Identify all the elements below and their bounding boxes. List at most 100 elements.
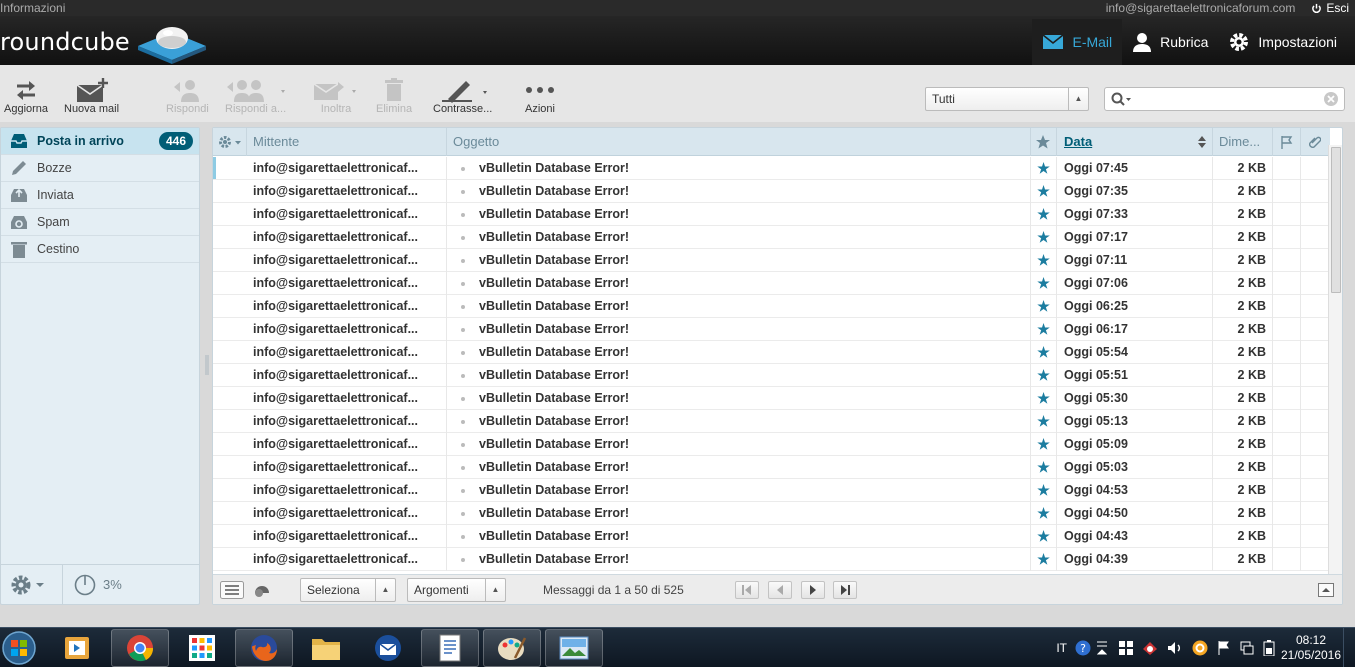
list-view-icon[interactable]: [220, 581, 244, 599]
table-row[interactable]: info@sigarettaelettronicaf... vBulletin D…: [213, 548, 1330, 571]
reply-all-button[interactable]: Rispondi a...: [225, 77, 286, 115]
flag-star-icon[interactable]: ★: [1031, 387, 1057, 410]
message-flag-cell[interactable]: [1273, 548, 1301, 571]
flag-star-icon[interactable]: ★: [1031, 456, 1057, 479]
more-actions-button[interactable]: Azioni: [524, 77, 556, 115]
forward-button[interactable]: Inoltra: [312, 77, 360, 115]
reply-button[interactable]: Rispondi: [166, 77, 209, 115]
flag-star-icon[interactable]: ★: [1031, 364, 1057, 387]
message-subject-cell[interactable]: vBulletin Database Error!: [447, 525, 1031, 548]
message-flag-cell[interactable]: [1273, 272, 1301, 295]
battery-icon[interactable]: [1263, 640, 1275, 656]
message-flag-cell[interactable]: [1273, 456, 1301, 479]
flag-star-icon[interactable]: ★: [1031, 502, 1057, 525]
first-page-button[interactable]: [735, 581, 759, 599]
help-icon[interactable]: ?: [1075, 640, 1091, 656]
taskbar-document[interactable]: [421, 629, 479, 667]
flag-star-icon[interactable]: ★: [1031, 525, 1057, 548]
message-subject-cell[interactable]: vBulletin Database Error!: [447, 180, 1031, 203]
folder-inbox[interactable]: Posta in arrivo 446: [1, 128, 199, 155]
search-input[interactable]: [1104, 87, 1345, 111]
clear-search-icon[interactable]: [1324, 92, 1338, 106]
clock[interactable]: 08:12 21/05/2016: [1279, 633, 1343, 663]
message-flag-cell[interactable]: [1273, 410, 1301, 433]
flag-star-icon[interactable]: ★: [1031, 433, 1057, 456]
message-flag-cell[interactable]: [1273, 364, 1301, 387]
column-subject[interactable]: Oggetto: [447, 128, 1031, 156]
refresh-button[interactable]: Aggiorna: [4, 77, 48, 115]
nav-settings[interactable]: Impostazioni: [1218, 19, 1347, 65]
about-link[interactable]: Informazioni: [0, 0, 65, 16]
table-row[interactable]: info@sigarettaelettronicaf... vBulletin D…: [213, 318, 1330, 341]
message-subject-cell[interactable]: vBulletin Database Error!: [447, 548, 1031, 571]
message-subject-cell[interactable]: vBulletin Database Error!: [447, 433, 1031, 456]
message-flag-cell[interactable]: [1273, 249, 1301, 272]
table-row[interactable]: info@sigarettaelettronicaf... vBulletin D…: [213, 180, 1330, 203]
antivirus-icon[interactable]: [1142, 640, 1158, 656]
roundcube-logo[interactable]: roundcube: [0, 20, 210, 64]
table-row[interactable]: info@sigarettaelettronicaf... vBulletin D…: [213, 456, 1330, 479]
column-attachment[interactable]: [1301, 128, 1330, 156]
column-flag[interactable]: [1273, 128, 1301, 156]
table-row[interactable]: info@sigarettaelettronicaf... vBulletin D…: [213, 295, 1330, 318]
list-options-button[interactable]: [213, 128, 247, 156]
table-row[interactable]: info@sigarettaelettronicaf... vBulletin D…: [213, 226, 1330, 249]
flag-star-icon[interactable]: ★: [1031, 249, 1057, 272]
message-flag-cell[interactable]: [1273, 525, 1301, 548]
column-flagged[interactable]: [1031, 128, 1057, 156]
message-subject-cell[interactable]: vBulletin Database Error!: [447, 479, 1031, 502]
volume-icon[interactable]: [1167, 641, 1183, 655]
logout-button[interactable]: Esci: [1311, 0, 1349, 16]
column-size[interactable]: Dime...: [1213, 128, 1273, 156]
folder-sent[interactable]: Inviata: [1, 182, 199, 209]
table-row[interactable]: info@sigarettaelettronicaf... vBulletin D…: [213, 203, 1330, 226]
table-row[interactable]: info@sigarettaelettronicaf... vBulletin D…: [213, 364, 1330, 387]
flag-star-icon[interactable]: ★: [1031, 272, 1057, 295]
column-date[interactable]: Data: [1057, 128, 1213, 156]
filter-select[interactable]: Tutti ▲: [925, 87, 1089, 111]
message-subject-cell[interactable]: vBulletin Database Error!: [447, 456, 1031, 479]
flag-star-icon[interactable]: ★: [1031, 318, 1057, 341]
message-subject-cell[interactable]: vBulletin Database Error!: [447, 387, 1031, 410]
taskbar-thunderbird[interactable]: [359, 629, 417, 667]
previous-page-button[interactable]: [768, 581, 792, 599]
pane-splitter[interactable]: [205, 355, 209, 375]
folder-drafts[interactable]: Bozze: [1, 155, 199, 182]
flag-star-icon[interactable]: ★: [1031, 295, 1057, 318]
language-indicator[interactable]: IT: [1056, 641, 1067, 655]
message-subject-cell[interactable]: vBulletin Database Error!: [447, 203, 1031, 226]
table-row[interactable]: info@sigarettaelettronicaf... vBulletin D…: [213, 479, 1330, 502]
nav-contacts[interactable]: Rubrica: [1122, 19, 1218, 65]
toggle-preview-icon[interactable]: [1318, 583, 1334, 597]
flag-star-icon[interactable]: ★: [1031, 479, 1057, 502]
message-flag-cell[interactable]: [1273, 180, 1301, 203]
taskbar-apps[interactable]: [173, 629, 231, 667]
message-subject-cell[interactable]: vBulletin Database Error!: [447, 410, 1031, 433]
message-subject-cell[interactable]: vBulletin Database Error!: [447, 226, 1031, 249]
message-subject-cell[interactable]: vBulletin Database Error!: [447, 341, 1031, 364]
taskbar-firefox[interactable]: [235, 629, 293, 667]
next-page-button[interactable]: [801, 581, 825, 599]
message-subject-cell[interactable]: vBulletin Database Error!: [447, 364, 1031, 387]
message-flag-cell[interactable]: [1273, 502, 1301, 525]
message-flag-cell[interactable]: [1273, 157, 1301, 180]
flag-star-icon[interactable]: ★: [1031, 548, 1057, 571]
table-row[interactable]: info@sigarettaelettronicaf... vBulletin D…: [213, 410, 1330, 433]
folder-actions-button[interactable]: [9, 573, 44, 597]
table-row[interactable]: info@sigarettaelettronicaf... vBulletin D…: [213, 387, 1330, 410]
table-row[interactable]: info@sigarettaelettronicaf... vBulletin D…: [213, 272, 1330, 295]
update-icon[interactable]: [1192, 640, 1208, 656]
message-flag-cell[interactable]: [1273, 479, 1301, 502]
table-row[interactable]: info@sigarettaelettronicaf... vBulletin D…: [213, 525, 1330, 548]
flag-star-icon[interactable]: ★: [1031, 180, 1057, 203]
message-subject-cell[interactable]: vBulletin Database Error!: [447, 295, 1031, 318]
message-subject-cell[interactable]: vBulletin Database Error!: [447, 318, 1031, 341]
message-flag-cell[interactable]: [1273, 433, 1301, 456]
message-subject-cell[interactable]: vBulletin Database Error!: [447, 272, 1031, 295]
start-button[interactable]: [0, 629, 48, 667]
vertical-scrollbar[interactable]: [1328, 145, 1342, 575]
message-subject-cell[interactable]: vBulletin Database Error!: [447, 157, 1031, 180]
show-desktop-button[interactable]: [1343, 628, 1355, 667]
taskbar-media-player[interactable]: [48, 629, 106, 667]
column-from[interactable]: Mittente: [247, 128, 447, 156]
